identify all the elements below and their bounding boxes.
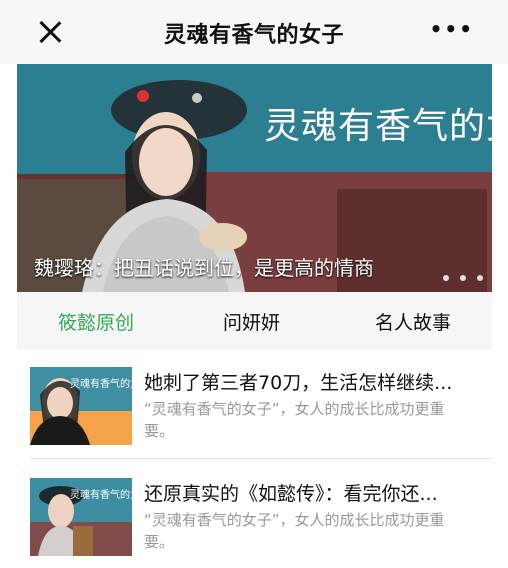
thumbnail-title: 灵魂有香气的女子 [70, 379, 132, 390]
article-title[interactable]: 还原真实的《如懿传》：看完你还... [144, 482, 484, 506]
article-description: “灵魂有香气的女子”，女人的成长比成功更重要。 [144, 400, 445, 440]
carousel-dot[interactable] [477, 275, 484, 281]
article-thumbnail: 灵魂有香气的女子 [30, 367, 132, 445]
article-item[interactable]: 灵魂有香气的女子 还原真实的《如懿传》：看完你还... “灵魂有香气的女子”，女… [30, 478, 490, 568]
carousel-dot[interactable] [460, 275, 467, 281]
list-divider [30, 458, 492, 459]
carousel-dot[interactable] [443, 275, 449, 281]
hero-banner[interactable]: 灵魂有香气的女子 魏璎珞：把丑话说到位，是更高的情商 [17, 64, 492, 292]
phone-screen: 灵魂有香气的女子 ••• 灵魂有香气的女子 魏璎珞：把丑话说到位，是更高的情商 [0, 0, 508, 565]
banner-caption: 魏璎珞：把丑话说到位，是更高的情商 [34, 256, 374, 280]
top-bar: 灵魂有香气的女子 ••• [0, 0, 508, 64]
article-item[interactable]: 灵魂有香气的女子 她刺了第三者70刀，生活怎样继续... “灵魂有香气的女子”，… [30, 367, 490, 457]
article-description: “灵魂有香气的女子”，女人的成长比成功更重要。 [144, 511, 445, 551]
article-thumbnail: 灵魂有香气的女子 [30, 478, 132, 556]
category-tabs: 筱懿原创 问妍妍 名人故事 [17, 292, 492, 350]
carousel-dots[interactable] [440, 266, 486, 285]
banner-title: 灵魂有香气的女子 [264, 106, 492, 147]
article-title[interactable]: 她刺了第三者70刀，生活怎样继续... [144, 371, 484, 395]
thumbnail-title: 灵魂有香气的女子 [70, 490, 132, 501]
tab-original[interactable]: 筱懿原创 [58, 308, 134, 335]
more-menu-icon[interactable]: ••• [430, 17, 474, 41]
tab-celebrity-stories[interactable]: 名人故事 [375, 308, 451, 335]
tab-ask-yanyan[interactable]: 问妍妍 [223, 308, 280, 335]
